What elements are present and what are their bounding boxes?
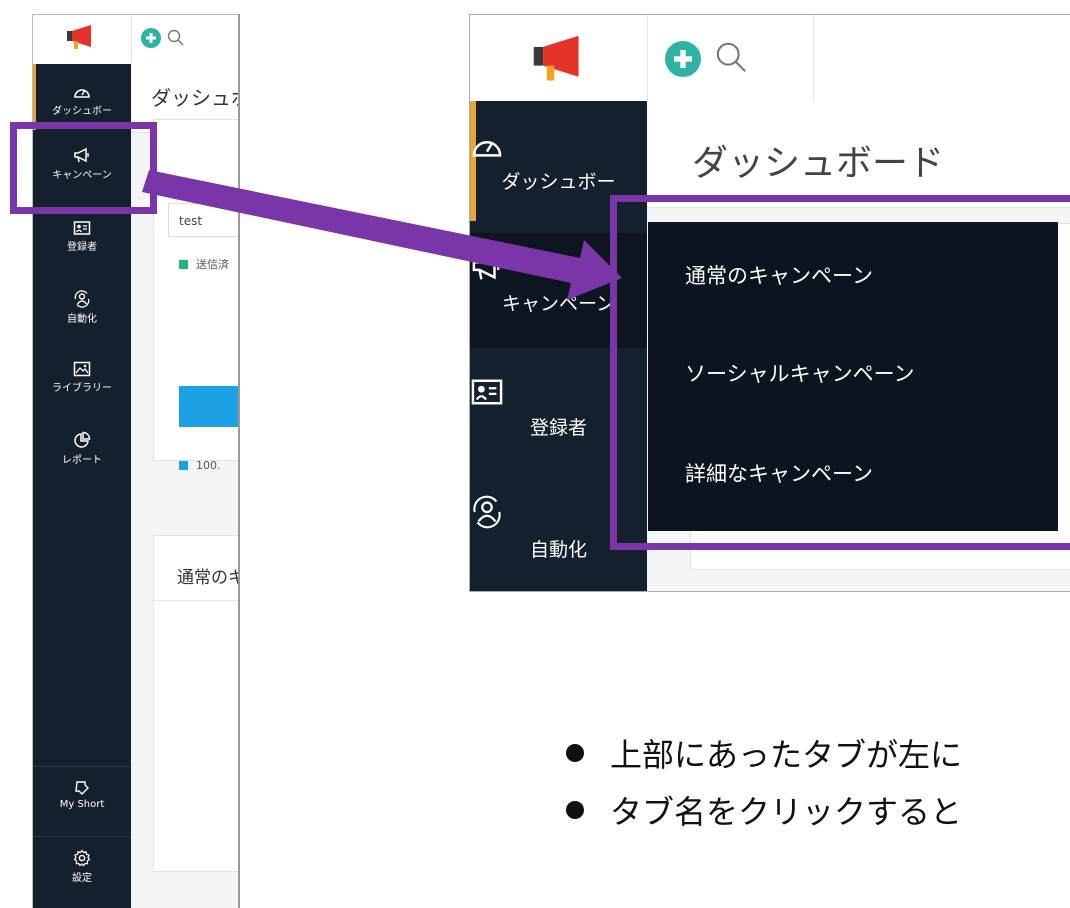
bullet-dot	[566, 801, 584, 819]
bullet-dot	[566, 744, 584, 762]
bullet-item: タブ名をクリックすると	[566, 787, 962, 833]
bullet-item: 上部にあったタブが左に	[566, 730, 962, 776]
bullet-text: タブ名をクリックすると	[610, 793, 963, 831]
bullet-text: 上部にあったタブが左に	[610, 736, 963, 774]
